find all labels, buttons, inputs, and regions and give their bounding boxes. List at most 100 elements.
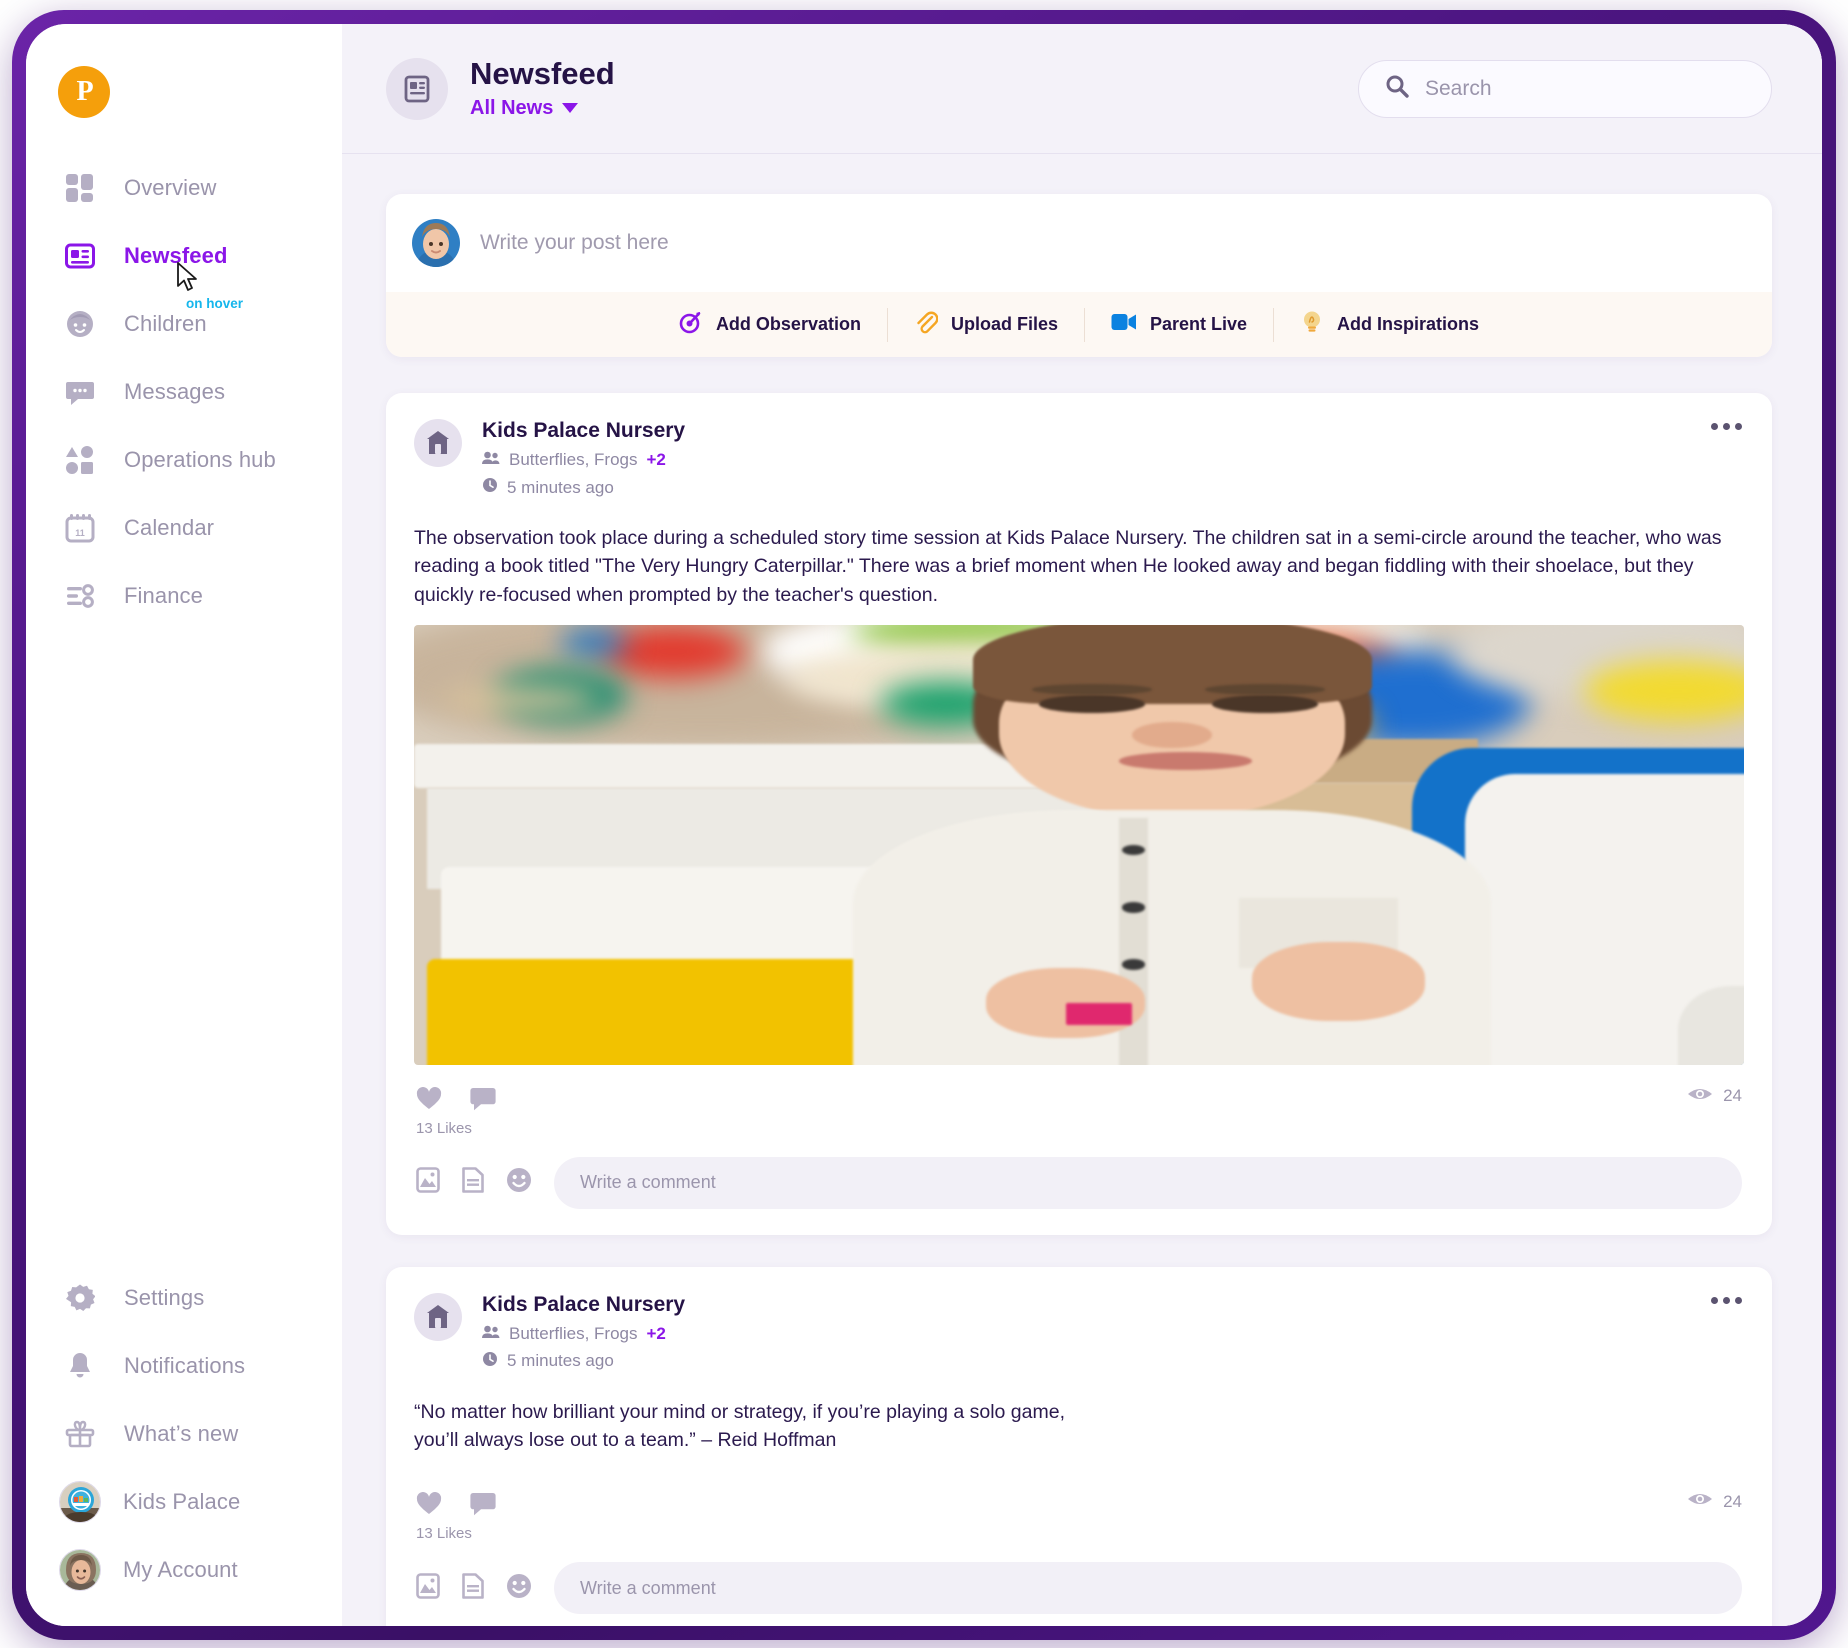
sidebar-item-calendar[interactable]: 11 Calendar — [26, 494, 342, 562]
people-icon — [482, 1324, 500, 1344]
post-time-label: 5 minutes ago — [507, 1351, 614, 1371]
post-options-button[interactable] — [1711, 1296, 1742, 1304]
newsfeed-icon — [386, 57, 448, 120]
composer-input-row — [386, 194, 1772, 292]
post-composer: Add Observation Upload Files — [386, 194, 1772, 357]
document-attach-icon[interactable] — [462, 1167, 484, 1198]
post-card: Kids Palace Nursery Butterflies, Frogs +… — [386, 1266, 1772, 1626]
post-action-row: 24 — [386, 1065, 1772, 1120]
sidebar-item-notifications[interactable]: Notifications — [26, 1332, 342, 1400]
post-groups-more[interactable]: +2 — [647, 1324, 666, 1344]
add-observation-label: Add Observation — [715, 314, 861, 334]
add-observation-button[interactable]: Add Observation — [653, 308, 887, 342]
eye-icon — [1687, 1490, 1713, 1513]
upload-files-button[interactable]: Upload Files — [888, 308, 1084, 342]
sidebar-item-whats-new[interactable]: What’s new — [26, 1400, 342, 1468]
like-button[interactable] — [416, 1086, 442, 1116]
comment-input[interactable] — [580, 1577, 1716, 1599]
sidebar-item-newsfeed[interactable]: Newsfeed on hover — [26, 222, 342, 311]
like-button[interactable] — [416, 1492, 442, 1521]
target-icon — [679, 310, 703, 339]
news-filter-label: All News — [470, 96, 554, 119]
sidebar-item-label: Finance — [124, 583, 203, 608]
page-title: Newsfeed — [470, 56, 615, 92]
comment-input-wrapper[interactable] — [554, 1562, 1742, 1615]
views-count: 24 — [1723, 1491, 1742, 1511]
sidebar-nav-secondary: Settings Notifications What’s new Kids P… — [26, 1264, 342, 1626]
clock-icon — [482, 1351, 498, 1372]
post-options-button[interactable] — [1711, 423, 1742, 430]
app-logo[interactable]: P — [26, 54, 342, 118]
comment-composer — [386, 1151, 1772, 1235]
search-input[interactable] — [1425, 76, 1745, 101]
feed-scroll-area[interactable]: Add Observation Upload Files — [342, 154, 1822, 1626]
post-groups-label: Butterflies, Frogs — [509, 1323, 638, 1343]
sidebar-item-label: Notifications — [124, 1353, 246, 1378]
nursery-avatar — [59, 1481, 101, 1523]
child-face-icon — [62, 306, 98, 342]
sidebar-item-overview[interactable]: Overview — [26, 154, 342, 222]
post-card: Kids Palace Nursery Butterflies, Frogs +… — [386, 393, 1772, 1235]
sidebar-item-label: Overview — [124, 175, 217, 200]
chevron-down-icon — [562, 103, 579, 114]
video-camera-icon — [1111, 312, 1137, 337]
newsfeed-icon — [62, 238, 98, 274]
logo-mark: P — [58, 66, 110, 118]
document-attach-icon[interactable] — [462, 1573, 484, 1604]
parent-live-button[interactable]: Parent Live — [1085, 308, 1273, 342]
post-composer-input[interactable] — [480, 231, 1746, 255]
sidebar-item-messages[interactable]: Messages — [26, 358, 342, 426]
sidebar-item-label: What’s new — [124, 1421, 239, 1446]
likes-count: 13 Likes — [416, 1119, 472, 1137]
upload-files-label: Upload Files — [950, 314, 1058, 334]
post-header: Kids Palace Nursery Butterflies, Frogs +… — [386, 393, 1772, 510]
post-time: 5 minutes ago — [482, 1351, 685, 1372]
finance-icon — [62, 578, 98, 614]
eye-icon — [1687, 1085, 1713, 1108]
sidebar-item-label: Calendar — [124, 515, 215, 540]
search-bar[interactable] — [1358, 59, 1772, 118]
post-groups-label: Butterflies, Frogs — [509, 450, 638, 469]
image-attach-icon[interactable] — [416, 1167, 440, 1198]
views-counter: 24 — [1687, 1490, 1742, 1513]
post-photo[interactable] — [414, 624, 1744, 1065]
post-groups: Butterflies, Frogs +2 — [482, 450, 685, 470]
sidebar-item-kids-palace[interactable]: Kids Palace — [26, 1468, 342, 1536]
clock-icon — [482, 477, 498, 498]
comment-input[interactable] — [580, 1172, 1716, 1194]
post-groups: Butterflies, Frogs +2 — [482, 1324, 685, 1344]
sidebar-item-my-account[interactable]: My Account — [26, 1536, 342, 1604]
comment-input-wrapper[interactable] — [554, 1156, 1742, 1209]
sidebar-item-label: Messages — [124, 379, 226, 404]
shapes-icon — [62, 442, 98, 478]
news-filter-dropdown[interactable]: All News — [470, 97, 615, 120]
sidebar-item-label: Kids Palace — [123, 1489, 241, 1514]
sidebar-item-children[interactable]: Children — [26, 290, 342, 358]
sidebar-item-finance[interactable]: Finance — [26, 562, 342, 630]
emoji-icon[interactable] — [506, 1167, 532, 1198]
sidebar-nav-primary: Overview Newsfeed on hover Children Mess… — [26, 154, 342, 630]
mouse-cursor-icon — [177, 262, 197, 291]
sidebar-item-label: Operations hub — [124, 447, 276, 472]
emoji-icon[interactable] — [506, 1573, 532, 1604]
post-author: Kids Palace Nursery — [482, 419, 686, 442]
sidebar-item-label: Children — [124, 311, 207, 336]
sidebar-item-settings[interactable]: Settings — [26, 1264, 342, 1332]
post-groups-more[interactable]: +2 — [647, 450, 666, 470]
composer-avatar — [412, 219, 460, 267]
nursery-building-icon — [414, 419, 462, 467]
comment-button[interactable] — [470, 1492, 496, 1521]
calendar-icon: 11 — [62, 510, 98, 546]
likes-count: 13 Likes — [416, 1525, 472, 1543]
post-action-row: 24 — [386, 1470, 1772, 1525]
sidebar: P Overview Newsfeed on hover Children Me… — [26, 24, 342, 1626]
image-attach-icon[interactable] — [416, 1573, 440, 1604]
comment-button[interactable] — [470, 1087, 496, 1116]
search-icon — [1385, 74, 1409, 103]
add-inspirations-label: Add Inspirations — [1337, 314, 1480, 334]
sidebar-item-operations-hub[interactable]: Operations hub — [26, 426, 342, 494]
post-header: Kids Palace Nursery Butterflies, Frogs +… — [386, 1267, 1772, 1384]
add-inspirations-button[interactable]: Add Inspirations — [1274, 308, 1505, 342]
gift-icon — [62, 1416, 98, 1452]
sidebar-item-label: Settings — [124, 1285, 205, 1310]
